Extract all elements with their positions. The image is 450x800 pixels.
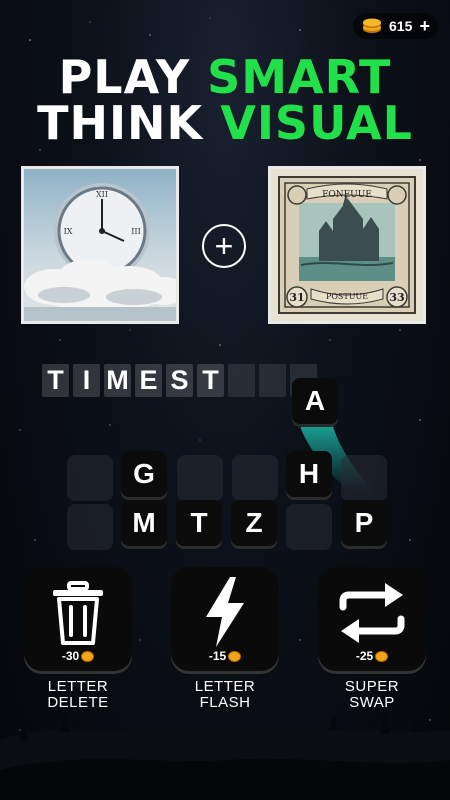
letter-delete-label: LETTER DELETE bbox=[18, 679, 138, 711]
letter-tile-empty bbox=[177, 455, 223, 501]
letter-tile[interactable]: G bbox=[121, 451, 167, 497]
add-coins-button[interactable]: + bbox=[419, 17, 430, 35]
svg-text:III: III bbox=[131, 227, 140, 236]
answer-slot[interactable]: E bbox=[135, 364, 162, 397]
coin-stack-icon bbox=[363, 18, 381, 33]
stamp-bottom-text: POSTUUE bbox=[326, 292, 368, 301]
letter-tile-empty bbox=[67, 504, 113, 550]
answer-slot[interactable]: T bbox=[197, 364, 224, 397]
coin-icon bbox=[375, 650, 389, 662]
headline: PLAY SMART THINK VISUAL bbox=[0, 54, 450, 146]
trash-icon bbox=[53, 581, 103, 645]
letter-tile[interactable]: M bbox=[121, 500, 167, 546]
flash-cost: -15 bbox=[171, 649, 279, 663]
clue-image-clock: XIIIIIVIIX bbox=[21, 166, 179, 324]
label-line: SWAP bbox=[349, 694, 395, 711]
answer-slot-empty[interactable] bbox=[259, 364, 286, 397]
label-line: SUPER bbox=[344, 678, 400, 695]
letter-flash-label: LETTER FLASH bbox=[165, 679, 285, 711]
letter-delete-button[interactable]: -30 bbox=[24, 567, 132, 671]
answer-slot[interactable]: I bbox=[73, 364, 100, 397]
label-line: LETTER bbox=[194, 678, 256, 695]
headline-line1: PLAY SMART bbox=[0, 54, 450, 100]
letter-tile[interactable]: T bbox=[176, 500, 222, 546]
swap-cost-value: -25 bbox=[355, 649, 374, 663]
clock-clouds-picture: XIIIIIVIIX bbox=[24, 169, 176, 321]
coin-icon bbox=[228, 650, 242, 662]
super-swap-button[interactable]: -25 bbox=[318, 567, 426, 671]
coin-amount: 615 bbox=[389, 18, 413, 34]
super-swap-label: SUPER SWAP bbox=[312, 679, 432, 711]
headline-think: THINK bbox=[37, 96, 221, 150]
answer-slots: T I M E S T bbox=[42, 364, 317, 397]
letter-tile[interactable]: P bbox=[341, 500, 387, 546]
delete-cost: -30 bbox=[24, 649, 132, 663]
svg-text:IX: IX bbox=[64, 227, 73, 236]
letter-tile-empty bbox=[67, 455, 113, 501]
flying-letter-tile: A bbox=[292, 378, 338, 424]
answer-slot[interactable]: M bbox=[104, 364, 131, 397]
letter-flash-button[interactable]: -15 bbox=[171, 567, 279, 671]
svg-text:XII: XII bbox=[96, 190, 108, 199]
label-line: LETTER bbox=[47, 678, 109, 695]
letter-tile[interactable]: H bbox=[286, 451, 332, 497]
answer-slot[interactable]: T bbox=[42, 364, 69, 397]
lightning-icon bbox=[206, 577, 244, 647]
letter-tile-empty bbox=[286, 504, 332, 550]
letter-tile-empty bbox=[232, 455, 278, 501]
stamp-top-text: FONEUUE bbox=[322, 190, 372, 200]
clue-image-stamp: FONEUUE 31 33 POSTUUE bbox=[268, 166, 426, 324]
swap-icon bbox=[339, 583, 405, 643]
label-line: FLASH bbox=[199, 694, 251, 711]
delete-cost-value: -30 bbox=[61, 649, 80, 663]
swap-cost: -25 bbox=[318, 649, 426, 663]
flash-cost-value: -15 bbox=[208, 649, 227, 663]
headline-line2: THINK VISUAL bbox=[0, 100, 450, 146]
coin-icon bbox=[81, 650, 95, 662]
stamp-number-right: 33 bbox=[389, 291, 404, 304]
headline-visual: VISUAL bbox=[220, 96, 413, 150]
postage-stamp-picture: FONEUUE 31 33 POSTUUE bbox=[271, 169, 423, 321]
letter-tile[interactable]: Z bbox=[231, 500, 277, 546]
answer-slot-empty[interactable] bbox=[228, 364, 255, 397]
letter-tile-empty bbox=[341, 455, 387, 501]
plus-symbol: + bbox=[202, 224, 246, 268]
coin-counter[interactable]: 615 + bbox=[353, 13, 438, 39]
stamp-number-left: 31 bbox=[289, 291, 304, 304]
label-line: DELETE bbox=[47, 694, 109, 711]
answer-slot[interactable]: S bbox=[166, 364, 193, 397]
